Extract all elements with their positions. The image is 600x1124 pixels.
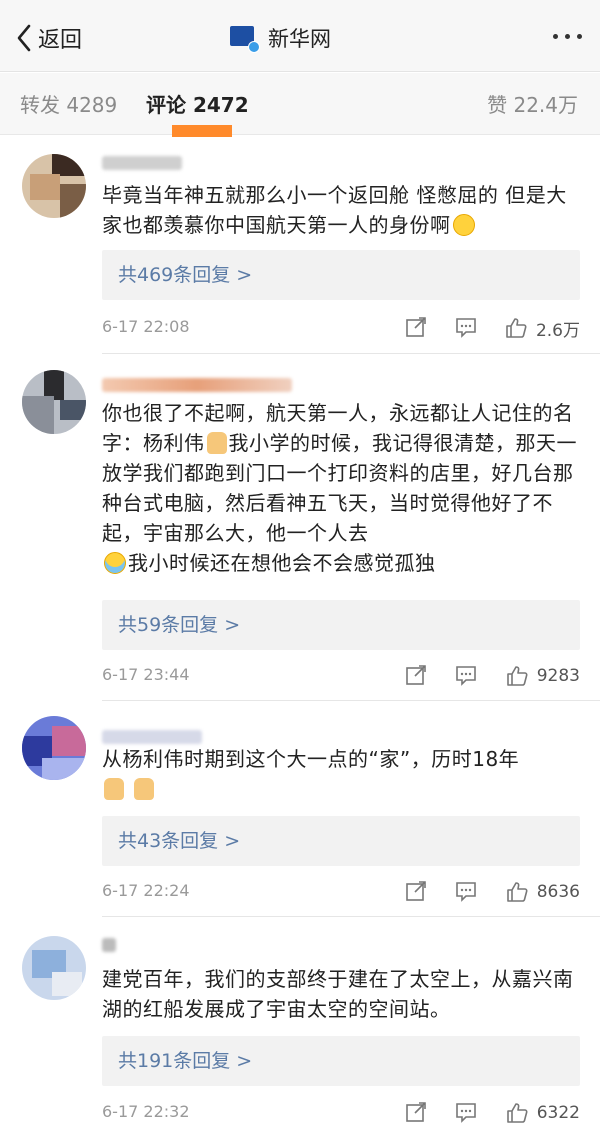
thumbs-up-icon (506, 318, 527, 338)
comment-meta: 6-17 22:08 2.6万 (102, 317, 580, 341)
comment-meta: 6-17 22:24 8636 (102, 881, 580, 905)
comment-text: 建党百年，我们的支部终于建在了太空上，从嘉兴南湖的红船发展成了宇宙太空的空间站。 (102, 967, 574, 1021)
divider (102, 700, 600, 701)
nav-bar: 返回 新华网 (0, 0, 600, 72)
comment-bubble-icon[interactable] (454, 1100, 478, 1124)
thumbs-up-icon (506, 666, 528, 686)
account-header[interactable]: 新华网 (230, 22, 331, 54)
tab-likes[interactable]: 赞 22.4万 (487, 89, 578, 118)
comment-meta: 6-17 23:44 9283 (102, 665, 580, 689)
tab-comments[interactable]: 评论 2472 (146, 89, 249, 118)
comment-text: 你也很了不起啊，航天第一人，永远都让人记住的名字：杨利伟 我小学的时候，我记得很清… (102, 401, 577, 575)
avatar[interactable] (22, 154, 86, 218)
laugh-cry-emoji-icon (452, 214, 475, 236)
more-dots-icon[interactable] (553, 34, 582, 39)
comment-bubble-icon[interactable] (454, 663, 478, 687)
thumbs-up-emoji-icon (206, 432, 227, 454)
thumbs-up-emoji-icon (104, 778, 124, 800)
comment-meta: 6-17 22:32 6322 (102, 1102, 580, 1124)
tab-bar: 转发 4289 评论 2472 赞 22.4万 (0, 73, 600, 135)
tab-active-indicator (172, 125, 232, 137)
comment-time: 6-17 22:08 (102, 317, 190, 336)
thumbs-up-emoji-icon (134, 778, 154, 800)
comment-bubble-icon[interactable] (454, 879, 478, 903)
avatar[interactable] (22, 370, 86, 434)
comment-bubble-icon[interactable] (454, 315, 478, 339)
like-count: 2.6万 (535, 320, 580, 341)
divider (102, 353, 600, 354)
share-out-icon[interactable] (404, 1100, 428, 1124)
share-out-icon[interactable] (404, 879, 428, 903)
username-blurred[interactable] (102, 938, 116, 952)
share-out-icon[interactable] (404, 315, 428, 339)
divider (102, 916, 600, 917)
username-blurred[interactable] (102, 156, 182, 170)
chevron-left-icon (17, 24, 31, 52)
replies-link[interactable]: 共59条回复 > (102, 600, 580, 650)
verified-badge-icon (248, 41, 260, 53)
page-title: 新华网 (268, 27, 331, 51)
avatar[interactable] (22, 936, 86, 1000)
account-logo (230, 23, 260, 53)
replies-link[interactable]: 共43条回复 > (102, 816, 580, 866)
back-label: 返回 (38, 28, 83, 53)
like-count: 6322 (536, 1103, 580, 1123)
comment-text: 毕竟当年神五就那么小一个返回舱 怪憋屈的 但是大家也都羡慕你中国航天第一人的身份… (102, 183, 567, 237)
thumbs-up-icon (506, 882, 528, 902)
comment-text: 从杨利伟时期到这个大一点的“家”，历时18年 (102, 744, 582, 804)
thumbs-up-icon (506, 1103, 528, 1123)
avatar[interactable] (22, 716, 86, 780)
cry-emoji-icon (104, 552, 126, 574)
like-button[interactable]: 8636 (505, 879, 580, 905)
username-blurred[interactable] (102, 730, 202, 744)
back-button[interactable]: 返回 (14, 22, 82, 54)
comment-time: 6-17 23:44 (102, 665, 190, 684)
like-count: 9283 (536, 666, 580, 686)
replies-link[interactable]: 共191条回复 > (102, 1036, 580, 1086)
like-button[interactable]: 2.6万 (504, 315, 580, 341)
comment-time: 6-17 22:32 (102, 1102, 190, 1121)
comment-time: 6-17 22:24 (102, 881, 190, 900)
replies-link[interactable]: 共469条回复 > (102, 250, 580, 300)
like-button[interactable]: 6322 (505, 1100, 580, 1124)
like-count: 8636 (536, 882, 580, 902)
share-out-icon[interactable] (404, 663, 428, 687)
like-button[interactable]: 9283 (505, 663, 580, 689)
tab-repost[interactable]: 转发 4289 (20, 89, 117, 118)
username-blurred[interactable] (102, 378, 292, 392)
